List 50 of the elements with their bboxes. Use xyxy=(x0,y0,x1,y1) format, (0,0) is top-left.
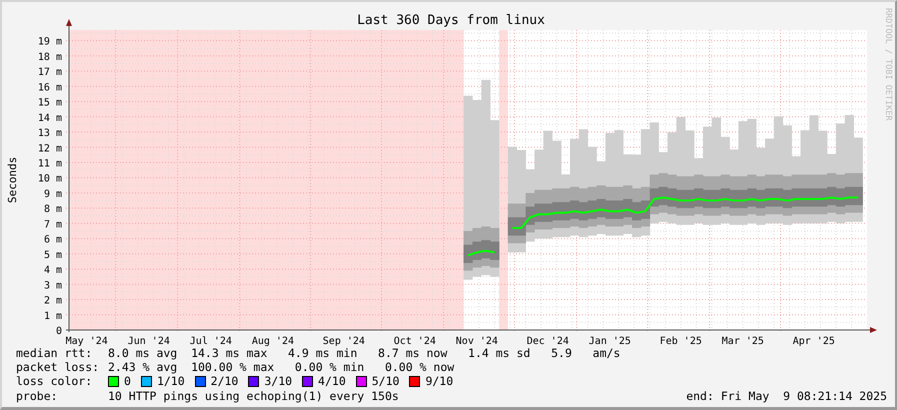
axis-label: 10 m xyxy=(38,174,62,185)
axis-label: Jun '24 xyxy=(128,336,170,346)
axis-label: 12 m xyxy=(38,143,62,154)
axis-label: 6 m xyxy=(44,234,62,246)
axis-label: 11 m xyxy=(38,158,62,170)
axis-label: Nov '24 xyxy=(456,336,498,346)
legend-text: 5/10 xyxy=(372,374,400,388)
legend-label: packet loss: xyxy=(16,360,100,374)
axis-label: 14 m xyxy=(38,112,62,124)
axis-label: Apr '25 xyxy=(792,336,835,346)
legend-text: 2/10 xyxy=(210,374,238,388)
axis-label: 2 m xyxy=(44,296,62,307)
axis-label: 1 m xyxy=(44,310,62,322)
legend-text: 8.0 ms avg 14.3 ms max 4.9 ms min 8.7 ms now 1.4 ms sd 5.9 am/s xyxy=(108,346,620,360)
axis-label: 7 m xyxy=(44,219,62,230)
legend-text: 10 HTTP pings using echoping(1) every 150s xyxy=(108,388,399,403)
legend-label: median rtt: xyxy=(16,346,94,360)
axis-label: Sep '24 xyxy=(322,336,365,346)
axis-label: Oct '24 xyxy=(394,336,436,346)
axis-label: 8 m xyxy=(44,204,62,216)
legend-label: loss color: xyxy=(16,374,94,388)
axis-label: 5 m xyxy=(44,250,62,261)
legend-text: 9/10 xyxy=(425,374,454,388)
legend-text: 4/10 xyxy=(318,374,346,388)
axis-label: 16 m xyxy=(38,82,62,94)
axis-label: 9 m xyxy=(44,188,62,200)
legend-text: 1/10 xyxy=(156,374,185,388)
legend-text: 0 xyxy=(124,374,131,388)
axis-label: Dec '24 xyxy=(526,336,569,346)
axis-label: 4 m xyxy=(44,265,62,276)
axis-label: 0 xyxy=(56,326,62,337)
axis-label: 17 m xyxy=(38,67,62,78)
axis-label: 3 m xyxy=(44,280,62,292)
legend-text: 3/10 xyxy=(264,374,292,388)
axis-label: Aug '24 xyxy=(252,336,294,346)
axis-title: Seconds xyxy=(6,156,19,204)
axis-label: 19 m xyxy=(38,36,62,48)
axis-label: Jan '25 xyxy=(588,336,631,346)
axis-label: 13 m xyxy=(38,128,62,140)
axis-label: 18 m xyxy=(38,52,62,63)
legend-text: 2.43 % avg 100.00 % max 0.00 % min 0.00 % now xyxy=(108,360,454,374)
axis-label: Feb '25 xyxy=(660,336,702,346)
axis-label: Jul '24 xyxy=(190,336,232,346)
vendor-credit: RRDTOOL / TOBI OETIKER xyxy=(883,8,893,121)
axis-label: May '24 xyxy=(66,336,108,346)
legend-label: probe: xyxy=(16,388,59,403)
end-time: end: Fri May 9 08:21:14 2025 xyxy=(686,388,887,403)
axis-label: Mar '25 xyxy=(722,336,764,346)
axis-label: 15 m xyxy=(38,98,62,109)
chart-title: Last 360 Days from linux xyxy=(357,13,545,28)
